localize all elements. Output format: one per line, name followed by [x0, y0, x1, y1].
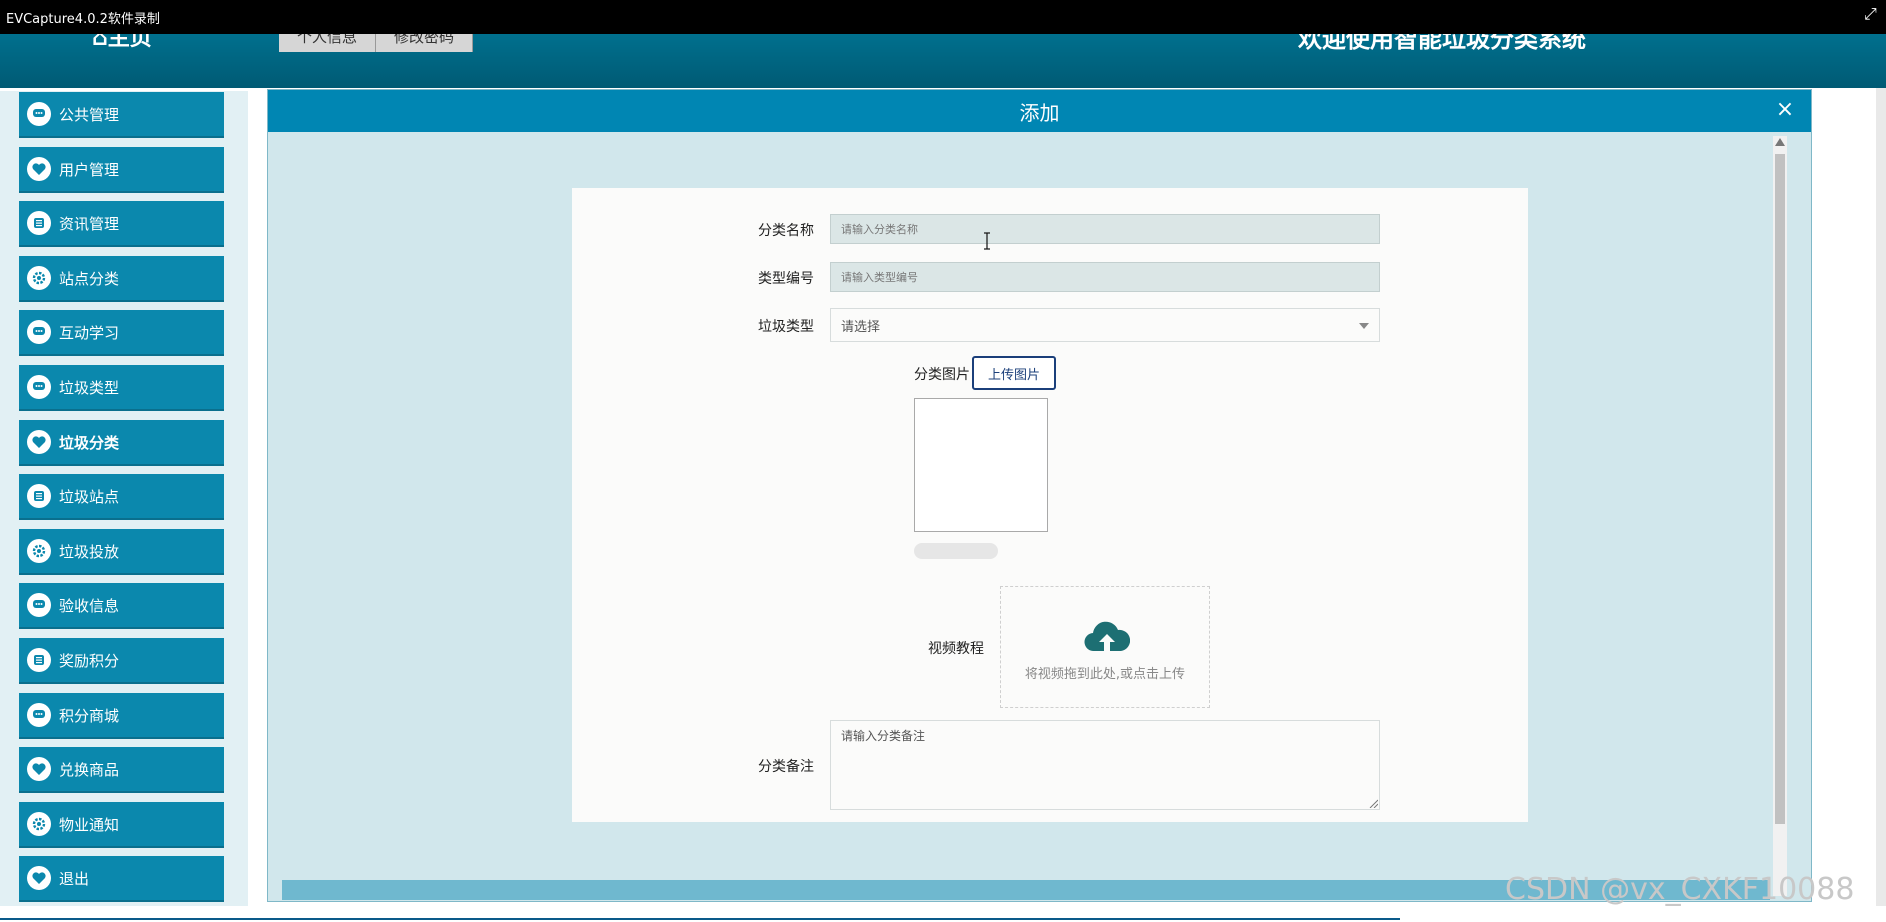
sidebar-item-label: 资讯管理 — [59, 214, 120, 233]
sidebar-item-label: 物业通知 — [59, 815, 120, 834]
sidebar-item-garbage-type[interactable]: 垃圾类型 — [19, 365, 224, 411]
list-icon — [27, 648, 51, 672]
tab-personal-info[interactable]: 个人信息 — [279, 34, 377, 52]
home-link[interactable]: ⌂主页 — [92, 34, 152, 62]
sidebar-item-label: 垃圾分类 — [59, 433, 120, 452]
heart-icon — [27, 866, 51, 890]
welcome-text: 欢迎使用智能垃圾分类系统 — [1298, 34, 1586, 53]
sidebar-item-public[interactable]: 公共管理 — [19, 92, 224, 138]
sidebar-item-interactive[interactable]: 互动学习 — [19, 310, 224, 356]
app-header: ⌂主页 个人信息 修改密码 欢迎使用智能垃圾分类系统 — [0, 34, 1886, 88]
sidebar-item-users[interactable]: 用户管理 — [19, 147, 224, 193]
capture-title-bar: EVCapture4.0.2软件录制 ⤢ — [0, 0, 1886, 34]
sidebar-item-inspection[interactable]: 验收信息 — [19, 583, 224, 629]
sidebar-item-label: 公共管理 — [59, 105, 120, 124]
garbage-type-value: 请选择 — [841, 319, 881, 335]
sidebar-item-label: 垃圾类型 — [59, 378, 120, 397]
heart-icon — [27, 157, 51, 181]
text-cursor-icon — [984, 232, 990, 250]
heart-icon — [27, 430, 51, 454]
sidebar-item-label: 垃圾站点 — [59, 487, 120, 506]
gear-icon — [27, 539, 51, 563]
modal-title: 添加 — [1019, 100, 1060, 125]
capture-title: EVCapture4.0.2软件录制 — [6, 11, 160, 27]
sidebar-item-garbage-station[interactable]: 垃圾站点 — [19, 474, 224, 520]
scroll-up-icon[interactable] — [1775, 138, 1785, 146]
chevron-down-icon — [1359, 323, 1369, 329]
scrollbar-thumb[interactable] — [1775, 154, 1785, 824]
category-remark-label: 分类备注 — [758, 759, 814, 775]
sidebar-item-label: 垃圾投放 — [59, 542, 120, 561]
sidebar-item-exchange-goods[interactable]: 兑换商品 — [19, 747, 224, 793]
resize-grip-icon[interactable] — [1368, 798, 1378, 808]
gear-icon — [27, 266, 51, 290]
sidebar-item-logout[interactable]: 退出 — [19, 856, 224, 902]
upload-image-button[interactable]: 上传图片 — [972, 356, 1056, 390]
sidebar-item-label: 奖励积分 — [59, 651, 120, 670]
sidebar-item-points-mall[interactable]: 积分商城 — [19, 693, 224, 739]
list-icon — [27, 211, 51, 235]
type-code-input[interactable] — [830, 262, 1380, 292]
sidebar-item-label: 验收信息 — [59, 596, 120, 615]
chat-icon — [27, 320, 51, 344]
sidebar: 公共管理 用户管理 资讯管理 站点分类 互动学习 垃圾类型 垃圾分类 垃圾站点 … — [0, 91, 248, 906]
sidebar-item-garbage-drop[interactable]: 垃圾投放 — [19, 529, 224, 575]
sidebar-item-label: 站点分类 — [59, 269, 120, 288]
sidebar-item-reward-points[interactable]: 奖励积分 — [19, 638, 224, 684]
garbage-type-label: 垃圾类型 — [758, 319, 814, 335]
category-image-label: 分类图片 — [914, 367, 970, 383]
category-name-input[interactable] — [830, 214, 1380, 244]
watermark: CSDN @vx_CXKF10088 — [1505, 872, 1855, 907]
heart-icon — [27, 757, 51, 781]
sidebar-item-news[interactable]: 资讯管理 — [19, 201, 224, 247]
image-preview — [914, 398, 1048, 532]
modal-scrollbar[interactable] — [1773, 136, 1787, 896]
modal-header: 添加 × — [268, 90, 1811, 132]
upload-progress-bar — [914, 543, 998, 559]
video-tutorial-label: 视频教程 — [928, 641, 984, 657]
expand-icon[interactable]: ⤢ — [1864, 6, 1880, 22]
sidebar-item-label: 兑换商品 — [59, 760, 120, 779]
window-right-edge — [1876, 88, 1886, 906]
sidebar-item-label: 积分商城 — [59, 706, 120, 725]
chat-icon — [27, 703, 51, 727]
tab-change-password[interactable]: 修改密码 — [376, 34, 474, 52]
chat-icon — [27, 102, 51, 126]
sidebar-item-label: 退出 — [59, 869, 90, 888]
sidebar-item-property-notice[interactable]: 物业通知 — [19, 802, 224, 848]
add-modal: 添加 × 分类名称 类型编号 垃圾类型 请选择 分类图片 上传图片 视频教程 将… — [267, 89, 1812, 902]
chat-icon — [27, 375, 51, 399]
header-tabs: 个人信息 修改密码 — [279, 34, 474, 52]
close-icon[interactable]: × — [1773, 98, 1797, 122]
add-form: 分类名称 类型编号 垃圾类型 请选择 分类图片 上传图片 视频教程 将视频拖到此… — [572, 188, 1528, 822]
chat-icon — [27, 593, 51, 617]
type-code-label: 类型编号 — [758, 271, 814, 287]
garbage-type-select[interactable]: 请选择 — [830, 308, 1380, 342]
gear-icon — [27, 812, 51, 836]
taskbar-line — [0, 918, 1400, 920]
cloud-upload-icon — [1084, 621, 1130, 652]
video-upload-dropzone[interactable]: 将视频拖到此处,或点击上传 — [1000, 586, 1210, 708]
category-name-label: 分类名称 — [758, 223, 814, 239]
sidebar-item-station-category[interactable]: 站点分类 — [19, 256, 224, 302]
list-icon — [27, 484, 51, 508]
sidebar-item-label: 用户管理 — [59, 160, 120, 179]
video-upload-hint: 将视频拖到此处,或点击上传 — [1024, 667, 1186, 682]
category-remark-textarea[interactable] — [830, 720, 1380, 810]
sidebar-item-garbage-category[interactable]: 垃圾分类 — [19, 420, 224, 466]
sidebar-item-label: 互动学习 — [59, 323, 120, 342]
